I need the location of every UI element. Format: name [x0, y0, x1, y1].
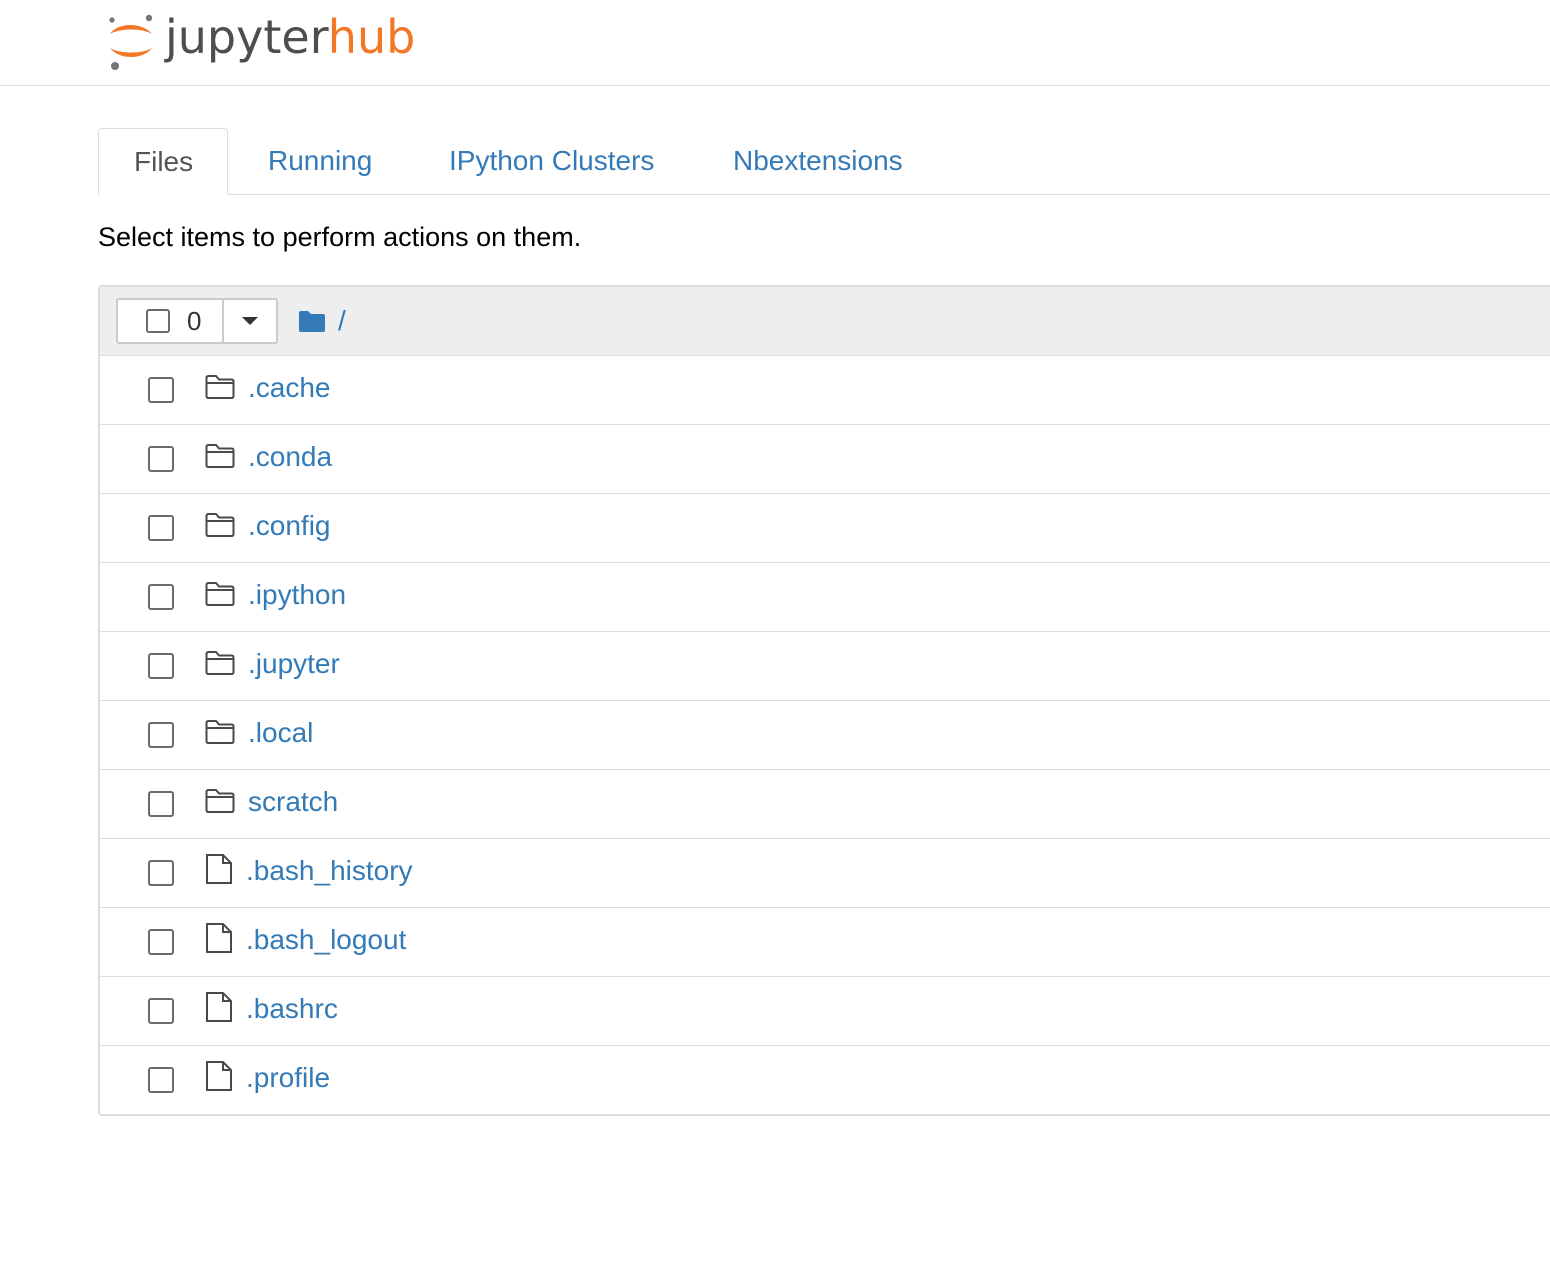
folder-outline-icon	[205, 443, 235, 474]
file-link[interactable]: .bash_history	[246, 855, 413, 887]
tab-nbextensions[interactable]: Nbextensions	[698, 128, 938, 194]
instructions-text: Select items to perform actions on them.	[98, 222, 582, 252]
row-checkbox[interactable]	[148, 584, 174, 610]
logo-word-jupyter: jupyter	[165, 10, 328, 64]
jupyter-logo-icon	[109, 14, 153, 70]
caret-down-icon	[242, 317, 258, 325]
breadcrumb-root-link[interactable]: /	[338, 305, 346, 337]
folder-link[interactable]: scratch	[248, 786, 338, 818]
logo-wordmark: jupyterhub	[165, 10, 415, 64]
row-checkbox[interactable]	[148, 1067, 174, 1093]
tab-running[interactable]: Running	[233, 128, 407, 194]
file-rows: .cache .conda .config .ipython .jupyter .loca…	[100, 356, 1550, 1114]
file-outline-icon	[205, 991, 233, 1028]
row-checkbox[interactable]	[148, 791, 174, 817]
row-checkbox[interactable]	[148, 929, 174, 955]
file-list: 0 / .cache .conda .config .ipython .jupyter.…	[98, 285, 1550, 1116]
row-checkbox[interactable]	[148, 653, 174, 679]
row-checkbox[interactable]	[148, 377, 174, 403]
folder-link[interactable]: .cache	[248, 372, 331, 404]
page-header: jupyterhub	[0, 0, 1550, 86]
row-checkbox[interactable]	[148, 860, 174, 886]
file-outline-icon	[205, 853, 233, 890]
file-link[interactable]: .profile	[246, 1062, 330, 1094]
select-all-checkbox[interactable]	[146, 309, 170, 333]
folder-link[interactable]: .config	[248, 510, 331, 542]
folder-outline-icon	[205, 581, 235, 612]
file-list-row[interactable]: .bash_logout	[100, 907, 1550, 976]
folder-link[interactable]: .jupyter	[248, 648, 340, 680]
file-list-row[interactable]: .profile	[100, 1045, 1550, 1114]
folder-link[interactable]: .ipython	[248, 579, 346, 611]
folder-link[interactable]: .conda	[248, 441, 332, 473]
row-checkbox[interactable]	[148, 446, 174, 472]
select-all-button[interactable]: 0	[118, 300, 224, 342]
row-checkbox[interactable]	[148, 998, 174, 1024]
file-list-row[interactable]: scratch	[100, 769, 1550, 838]
file-list-row[interactable]: .config	[100, 493, 1550, 562]
file-outline-icon	[205, 922, 233, 959]
file-list-row[interactable]: .conda	[100, 424, 1550, 493]
file-link[interactable]: .bashrc	[246, 993, 338, 1025]
folder-outline-icon	[205, 374, 235, 405]
row-checkbox[interactable]	[148, 515, 174, 541]
selected-count: 0	[187, 305, 202, 336]
file-list-row[interactable]: .local	[100, 700, 1550, 769]
file-list-header: 0 /	[100, 287, 1550, 356]
file-link[interactable]: .bash_logout	[246, 924, 406, 956]
file-list-row[interactable]: .ipython	[100, 562, 1550, 631]
file-list-row[interactable]: .bash_history	[100, 838, 1550, 907]
file-outline-icon	[205, 1060, 233, 1097]
row-checkbox[interactable]	[148, 722, 174, 748]
tab-files[interactable]: Files	[98, 128, 228, 195]
folder-outline-icon	[205, 719, 235, 750]
jupyterhub-logo[interactable]: jupyterhub	[105, 6, 415, 76]
tab-ipython-clusters[interactable]: IPython Clusters	[414, 128, 689, 194]
logo-word-hub: hub	[327, 10, 416, 64]
breadcrumb: /	[298, 305, 346, 337]
file-list-row[interactable]: .jupyter	[100, 631, 1550, 700]
folder-solid-icon[interactable]	[298, 309, 326, 333]
main-tabs: Files Running IPython Clusters Nbextensi…	[98, 128, 1550, 195]
select-dropdown-button[interactable]	[224, 300, 276, 342]
folder-outline-icon	[205, 788, 235, 819]
file-list-row[interactable]: .cache	[100, 356, 1550, 424]
file-list-row[interactable]: .bashrc	[100, 976, 1550, 1045]
folder-outline-icon	[205, 512, 235, 543]
folder-link[interactable]: .local	[248, 717, 313, 749]
select-all-group: 0	[116, 298, 278, 344]
folder-outline-icon	[205, 650, 235, 681]
